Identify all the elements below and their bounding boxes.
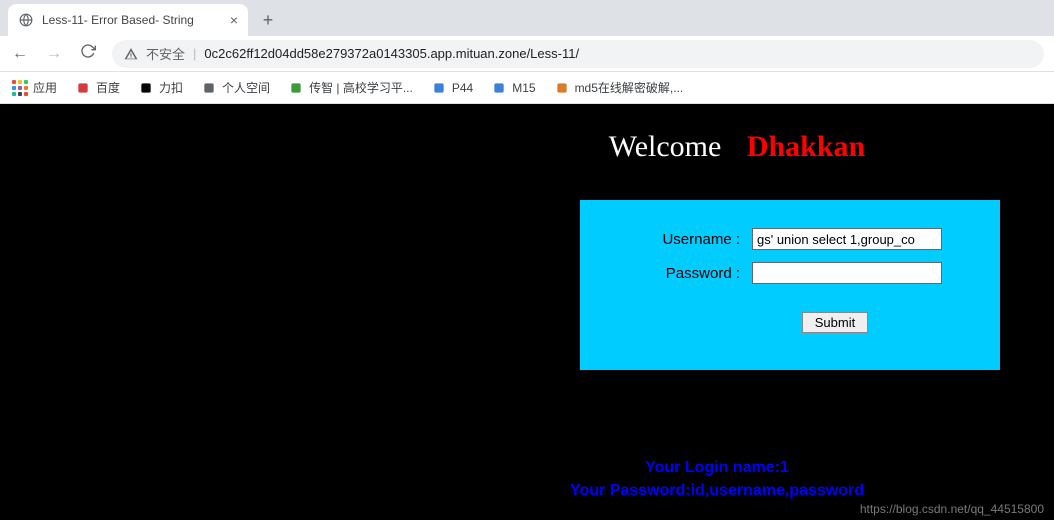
- result-line-2: Your Password:id,username,password: [380, 480, 1054, 502]
- bookmark-item-1[interactable]: 力扣: [138, 79, 183, 96]
- bookmark-item-0[interactable]: 百度: [75, 79, 120, 96]
- bookmark-label: P44: [452, 81, 473, 95]
- apps-button[interactable]: 应用: [12, 79, 57, 96]
- welcome-name: Dhakkan: [747, 130, 865, 163]
- result-output: Your Login name:1 Your Password:id,usern…: [0, 457, 1054, 502]
- bookmark-label: M15: [512, 81, 535, 95]
- password-label: Password :: [610, 265, 740, 282]
- browser-tab[interactable]: Less-11- Error Based- String ×: [8, 4, 248, 36]
- welcome-heading: Welcome Dhakkan: [0, 130, 1054, 164]
- bookmark-icon: [431, 80, 447, 96]
- result-line-1: Your Login name:1: [380, 457, 1054, 479]
- bookmark-icon: [75, 80, 91, 96]
- password-input[interactable]: [752, 262, 942, 284]
- tab-bar: Less-11- Error Based- String × +: [0, 0, 1054, 36]
- url-text: 0c2c62ff12d04dd58e279372a0143305.app.mit…: [204, 46, 579, 61]
- bookmark-icon: [554, 80, 570, 96]
- bookmark-item-3[interactable]: 传智 | 高校学习平...: [288, 79, 413, 96]
- back-button[interactable]: ←: [10, 45, 30, 63]
- username-input[interactable]: [752, 228, 942, 250]
- bookmark-label: 百度: [96, 79, 120, 96]
- apps-icon: [12, 80, 28, 96]
- tab-title: Less-11- Error Based- String: [42, 13, 222, 27]
- login-form: Username : Password :: [580, 200, 1000, 370]
- bookmark-label: 个人空间: [222, 79, 270, 96]
- submit-button[interactable]: [802, 312, 868, 333]
- bookmark-label: md5在线解密破解,...: [575, 79, 684, 96]
- username-label: Username :: [610, 231, 740, 248]
- new-tab-button[interactable]: +: [254, 6, 282, 34]
- watermark: https://blog.csdn.net/qq_44515800: [860, 502, 1044, 516]
- address-bar: ← → 不安全 | 0c2c62ff12d04dd58e279372a01433…: [0, 36, 1054, 72]
- globe-icon: [18, 12, 34, 28]
- apps-label: 应用: [33, 79, 57, 96]
- welcome-text: Welcome: [609, 130, 722, 163]
- bookmark-item-4[interactable]: P44: [431, 79, 473, 96]
- bookmark-item-6[interactable]: md5在线解密破解,...: [554, 79, 684, 96]
- bookmark-icon: [138, 80, 154, 96]
- bookmark-icon: [288, 80, 304, 96]
- page-content: Welcome Dhakkan Username : Password : Yo…: [0, 104, 1054, 520]
- bookmark-label: 力扣: [159, 79, 183, 96]
- bookmarks-bar: 应用 百度 力扣 个人空间 传智 | 高校学习平... P44 M15 md5在线解密破解,…: [0, 72, 1054, 104]
- bookmark-label: 传智 | 高校学习平...: [309, 79, 413, 96]
- forward-button[interactable]: →: [44, 45, 64, 63]
- close-icon[interactable]: ×: [230, 12, 238, 28]
- bookmark-item-2[interactable]: 个人空间: [201, 79, 270, 96]
- insecure-label: 不安全: [146, 44, 185, 63]
- bookmark-item-5[interactable]: M15: [491, 79, 535, 96]
- bookmark-icon: [491, 80, 507, 96]
- url-input[interactable]: 不安全 | 0c2c62ff12d04dd58e279372a0143305.a…: [112, 40, 1044, 68]
- reload-button[interactable]: [78, 43, 98, 64]
- bookmark-icon: [201, 80, 217, 96]
- insecure-icon: [124, 47, 138, 61]
